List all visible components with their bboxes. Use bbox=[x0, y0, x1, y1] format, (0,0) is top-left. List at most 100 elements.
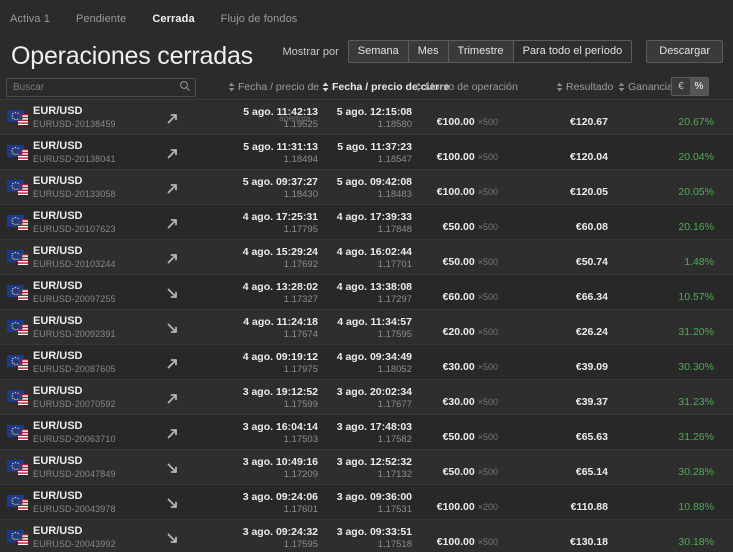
result-cell: €26.24 bbox=[500, 322, 608, 340]
table-row[interactable]: EUR/USD EURUSD-20133058 5 ago. 09:37:27 1.1… bbox=[0, 170, 733, 205]
page-title: Operaciones cerradas bbox=[11, 42, 253, 70]
sort-arrows-icon bbox=[556, 82, 563, 91]
search-input[interactable] bbox=[6, 77, 196, 97]
period-button-mes[interactable]: Mes bbox=[408, 41, 449, 62]
table-row[interactable]: EUR/USD EURUSD-20138459 5 ago. 11:42:13 1.1… bbox=[0, 100, 733, 135]
profit-cell: 31.23% bbox=[614, 392, 714, 410]
arrow-down-right-icon bbox=[167, 463, 177, 473]
result-cell: €65.63 bbox=[500, 427, 608, 445]
column-header-open[interactable]: Fecha / precio de bbox=[228, 81, 319, 93]
eurusd-flag-icon bbox=[7, 495, 28, 510]
trade-multiplier: ×500 bbox=[477, 152, 498, 162]
instrument-name: EUR/USD bbox=[33, 420, 83, 432]
instrument-name: EUR/USD bbox=[33, 280, 83, 292]
tab-cerrada[interactable]: Cerrada bbox=[152, 13, 194, 25]
period-button-para-todo-el-per-odo[interactable]: Para todo el período bbox=[513, 41, 632, 62]
column-header-result[interactable]: Resultado bbox=[556, 81, 613, 93]
closed-trades-page: Activa 1 Pendiente Cerrada Flujo de fondos … bbox=[0, 0, 733, 552]
tab-flujo-de-fondos[interactable]: Flujo de fondos bbox=[221, 13, 298, 25]
trade-multiplier: ×500 bbox=[477, 222, 498, 232]
trade-result: €130.18 bbox=[570, 536, 608, 548]
eurusd-flag-icon bbox=[7, 110, 28, 125]
sort-arrows-icon bbox=[322, 82, 329, 91]
profit-cell: 30.28% bbox=[614, 462, 714, 480]
table-row[interactable]: EUR/USD EURUSD-20103244 4 ago. 15:29:24 1.1… bbox=[0, 240, 733, 275]
trade-ticket-id: EURUSD-20063710 bbox=[33, 434, 116, 444]
trade-profit-percent: 30.28% bbox=[678, 466, 714, 478]
arrow-up-right-icon bbox=[167, 429, 177, 439]
trade-profit-percent: 10.88% bbox=[678, 501, 714, 513]
profit-cell: 20.16% bbox=[614, 217, 714, 235]
period-segmented-control: Semana Mes Trimestre Para todo el período bbox=[347, 40, 633, 63]
trade-multiplier: ×500 bbox=[477, 432, 498, 442]
trade-profit-percent: 30.30% bbox=[678, 361, 714, 373]
trade-amount: €100.00 bbox=[436, 536, 475, 548]
unit-percent-button[interactable]: % bbox=[690, 78, 708, 95]
profit-cell: 30.30% bbox=[614, 357, 714, 375]
arrow-down-right-icon bbox=[167, 498, 177, 508]
trade-multiplier: ×500 bbox=[477, 187, 498, 197]
sort-arrows-icon bbox=[228, 82, 235, 91]
table-row[interactable]: EUR/USD EURUSD-20043978 3 ago. 09:24:06 1.1… bbox=[0, 485, 733, 520]
instrument-name: EUR/USD bbox=[33, 490, 83, 502]
eurusd-flag-icon bbox=[7, 180, 28, 195]
table-row[interactable]: EUR/USD EURUSD-20092391 4 ago. 11:24:18 1.1… bbox=[0, 310, 733, 345]
arrow-down-right-icon bbox=[167, 288, 177, 298]
trade-profit-percent: 31.23% bbox=[678, 396, 714, 408]
trade-result: €120.04 bbox=[570, 151, 608, 163]
instrument-name: EUR/USD bbox=[33, 140, 83, 152]
eurusd-flag-icon bbox=[7, 530, 28, 545]
download-button[interactable]: Descargar bbox=[646, 40, 723, 63]
trade-ticket-id: EURUSD-20103244 bbox=[33, 259, 116, 269]
instrument-name: EUR/USD bbox=[33, 210, 83, 222]
column-header-amount-label: Monto de operación bbox=[425, 80, 518, 93]
trade-multiplier: ×200 bbox=[477, 502, 498, 512]
table-row[interactable]: EUR/USD EURUSD-20047849 3 ago. 10:49:16 1.1… bbox=[0, 450, 733, 485]
table-row[interactable]: EUR/USD EURUSD-20097255 4 ago. 13:28:02 1.1… bbox=[0, 275, 733, 310]
table-row[interactable]: EUR/USD EURUSD-20138041 5 ago. 11:31:13 1.1… bbox=[0, 135, 733, 170]
trade-result: €66.34 bbox=[575, 291, 608, 303]
trade-ticket-id: EURUSD-20043992 bbox=[33, 539, 116, 549]
instrument-name: EUR/USD bbox=[33, 175, 83, 187]
unit-currency-button[interactable]: € bbox=[672, 78, 690, 95]
table-row[interactable]: EUR/USD EURUSD-20070592 3 ago. 19:12:52 1.1… bbox=[0, 380, 733, 415]
column-header-open-label: Fecha / precio de bbox=[238, 80, 320, 93]
tab-activa-1[interactable]: Activa 1 bbox=[10, 13, 50, 25]
trade-profit-percent: 10.57% bbox=[678, 291, 714, 303]
arrow-up-right-icon bbox=[167, 394, 177, 404]
arrow-up-right-icon bbox=[167, 149, 177, 159]
search-field bbox=[6, 77, 196, 97]
eurusd-flag-icon bbox=[7, 250, 28, 265]
amount-cell: €100.00 ×500 bbox=[370, 182, 498, 200]
trade-result: €65.14 bbox=[575, 466, 608, 478]
amount-cell: €100.00 ×500 bbox=[370, 112, 498, 130]
table-row[interactable]: EUR/USD EURUSD-20087605 4 ago. 09:19:12 1.1… bbox=[0, 345, 733, 380]
profit-cell: 31.20% bbox=[614, 322, 714, 340]
amount-cell: €50.00 ×500 bbox=[370, 217, 498, 235]
result-cell: €50.74 bbox=[500, 252, 608, 270]
column-header-result-label: Resultado bbox=[566, 80, 614, 93]
trade-multiplier: ×500 bbox=[477, 362, 498, 372]
arrow-up-right-icon bbox=[167, 359, 177, 369]
trade-result: €39.09 bbox=[575, 361, 608, 373]
trade-ticket-id: EURUSD-20138041 bbox=[33, 154, 116, 164]
trade-ticket-id: EURUSD-20092391 bbox=[33, 329, 116, 339]
trade-profit-percent: 20.16% bbox=[678, 221, 714, 233]
column-header-profit[interactable]: Ganancia bbox=[618, 81, 673, 93]
eurusd-flag-icon bbox=[7, 355, 28, 370]
arrow-up-right-icon bbox=[167, 254, 177, 264]
period-button-semana[interactable]: Semana bbox=[348, 41, 409, 62]
trade-multiplier: ×500 bbox=[477, 292, 498, 302]
instrument-name: EUR/USD bbox=[33, 315, 83, 327]
profit-cell: 10.57% bbox=[614, 287, 714, 305]
column-header-amount[interactable]: Monto de operación bbox=[415, 81, 518, 93]
amount-cell: €50.00 ×500 bbox=[370, 462, 498, 480]
table-row[interactable]: EUR/USD EURUSD-20043992 3 ago. 09:24:32 1.1… bbox=[0, 520, 733, 552]
amount-cell: €60.00 ×500 bbox=[370, 287, 498, 305]
table-row[interactable]: EUR/USD EURUSD-20107623 4 ago. 17:25:31 1.1… bbox=[0, 205, 733, 240]
tab-pendiente[interactable]: Pendiente bbox=[76, 13, 126, 25]
period-button-trimestre[interactable]: Trimestre bbox=[448, 41, 514, 62]
page-header: Operaciones cerradas Mostrar por Semana M… bbox=[0, 38, 733, 74]
arrow-up-right-icon bbox=[167, 219, 177, 229]
table-row[interactable]: EUR/USD EURUSD-20063710 3 ago. 16:04:14 1.1… bbox=[0, 415, 733, 450]
